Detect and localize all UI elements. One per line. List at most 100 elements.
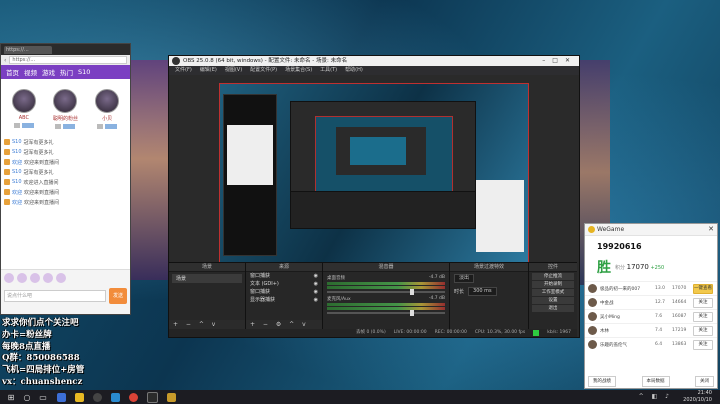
wegame-window[interactable]: WeGame ✕ 19920616 胜 积分 17070 +250 极品的初一来… <box>584 223 718 389</box>
exit-button[interactable]: 退出 <box>532 305 574 312</box>
streamer-list: ABC 聪明的粉丝 小贝 <box>1 79 130 131</box>
transition-duration[interactable]: 时长 300 ms <box>450 285 528 298</box>
send-button[interactable]: 发送 <box>109 288 127 304</box>
chat-input-row: 说点什么吧 发送 <box>1 286 130 306</box>
overlay-line: 办卡=粉丝牌 <box>2 329 52 340</box>
avatar <box>11 89 36 113</box>
obs-window[interactable]: OBS 25.0.8 (64 bit, windows) - 配置文件: 未命名… <box>168 55 580 338</box>
studio-mode-button[interactable]: 工作室模式 <box>532 289 574 296</box>
mixer-channel: 麦克风/Aux -4.7 dB <box>327 296 445 316</box>
gift-icon[interactable] <box>17 273 27 283</box>
system-tray[interactable]: ^ ◧ ♪ <box>639 393 672 400</box>
gift-bar <box>1 270 130 286</box>
view-all-button[interactable]: 一键查看 <box>693 283 713 294</box>
menu-view[interactable]: 视图(V) <box>225 66 242 75</box>
chat-nick[interactable]: 欢迎 <box>12 189 22 196</box>
volume-slider[interactable] <box>327 289 445 295</box>
scenes-toolbar[interactable]: + − ^ v <box>169 320 245 329</box>
menu-tools[interactable]: 工具(T) <box>320 66 337 75</box>
search-icon[interactable]: ○ <box>22 392 32 402</box>
window-controls[interactable]: –□✕ <box>542 56 577 66</box>
back-icon[interactable]: ‹ <box>4 57 6 64</box>
channel-db: -4.7 dB <box>428 275 445 280</box>
menu-help[interactable]: 帮助(H) <box>345 66 363 75</box>
league-icon[interactable] <box>167 392 176 402</box>
badge-icon <box>4 149 10 155</box>
match-data-button[interactable]: 本局数据 <box>641 376 670 387</box>
streamer-card[interactable]: 聪明的粉丝 <box>47 89 83 129</box>
menu-scene-collection[interactable]: 场景集合(S) <box>285 66 312 75</box>
clock[interactable]: 21:40 2020/10/10 <box>683 390 712 403</box>
browser-address-bar: ‹ https://... <box>1 55 130 65</box>
list-item: S10 冠军有更多礼 <box>4 167 127 177</box>
overlay-line: vx：chuanshencz <box>2 376 83 387</box>
start-recording-button[interactable]: 开始录制 <box>532 281 574 288</box>
folder-icon[interactable] <box>75 392 84 402</box>
controls-header: 控件 <box>529 263 577 272</box>
transition-type[interactable]: 淡出 <box>450 272 528 285</box>
browser-tab-bar: https://... <box>1 44 130 55</box>
list-item: 欢迎 欢迎来到直播间 <box>4 157 127 167</box>
browser-window[interactable]: https://... ‹ https://... 首页 视频 游戏 热门 S1… <box>0 43 131 315</box>
chat-nick[interactable]: S10 <box>12 169 22 175</box>
gift-icon[interactable] <box>30 273 40 283</box>
follow-button[interactable]: 关注 <box>693 325 713 336</box>
sources-toolbar[interactable]: + − ⚙ ^ v <box>246 320 322 329</box>
source-item[interactable]: 窗口捕获 ◉ <box>246 272 322 280</box>
source-item[interactable]: 文本 (GDI+) ◉ <box>246 280 322 288</box>
follow-button[interactable]: 关注 <box>693 339 713 350</box>
task-view-icon[interactable]: ▭ <box>38 392 48 402</box>
settings-button[interactable]: 设置 <box>532 297 574 304</box>
close-button[interactable]: 关闭 <box>695 376 714 387</box>
source-item[interactable]: 显示器捕获 ◉ <box>246 296 322 304</box>
chat-nick[interactable]: S10 <box>12 179 22 185</box>
chrome-icon[interactable] <box>129 392 138 402</box>
chat-input[interactable]: 说点什么吧 <box>4 290 106 302</box>
scene-item[interactable]: 场景 <box>172 274 242 283</box>
nav-item-s10[interactable]: S10 <box>78 68 90 76</box>
app-icon[interactable] <box>57 392 66 402</box>
visibility-icon[interactable]: ◉ <box>314 280 318 288</box>
nav-item-home[interactable]: 首页 <box>6 67 19 77</box>
gift-icon[interactable] <box>56 273 66 283</box>
app-icon[interactable] <box>147 391 158 403</box>
browser-tab[interactable]: https://... <box>4 45 52 54</box>
overlay-line: Q群：850086588 <box>2 353 80 364</box>
obs-taskbar-icon[interactable] <box>93 392 102 402</box>
stop-streaming-button[interactable]: 停止推流 <box>532 273 574 280</box>
chat-nick[interactable]: S10 <box>12 149 22 155</box>
chat-nick[interactable]: 欢迎 <box>12 199 22 206</box>
menu-profile[interactable]: 配置文件(P) <box>250 66 277 75</box>
table-row: 吴小Ming 7.6 16087 关注 <box>585 309 717 323</box>
mixer-channel: 桌面音频 -4.7 dB <box>327 275 445 295</box>
visibility-icon[interactable]: ◉ <box>314 288 318 296</box>
nav-item-video[interactable]: 视频 <box>24 67 37 77</box>
chat-nick[interactable]: 欢迎 <box>12 159 22 166</box>
visibility-icon[interactable]: ◉ <box>314 296 318 304</box>
app-icon[interactable] <box>111 392 120 402</box>
chat-nick[interactable]: S10 <box>12 139 22 145</box>
menu-file[interactable]: 文件(F) <box>175 66 192 75</box>
follow-button[interactable]: 关注 <box>693 297 713 308</box>
close-icon[interactable]: ✕ <box>708 224 714 235</box>
list-item: 欢迎 欢迎来到直播间 <box>4 187 127 197</box>
gift-icon[interactable] <box>4 273 14 283</box>
start-icon[interactable]: ⊞ <box>6 392 16 402</box>
menu-edit[interactable]: 编辑(E) <box>200 66 217 75</box>
follow-button[interactable]: 关注 <box>693 311 713 322</box>
gift-icon[interactable] <box>43 273 53 283</box>
url-input[interactable]: https://... <box>9 56 127 64</box>
nav-item-games[interactable]: 游戏 <box>42 67 55 77</box>
table-row: 极品的初一来的007 13.0 17070 一键查看 <box>585 281 717 295</box>
source-item[interactable]: 窗口捕获 ◉ <box>246 288 322 296</box>
nav-item-hot[interactable]: 热门 <box>60 67 73 77</box>
visibility-icon[interactable]: ◉ <box>314 272 318 280</box>
avatar <box>588 298 597 307</box>
volume-slider[interactable] <box>327 310 445 316</box>
chat-message: 冠军有更多礼 <box>23 149 54 156</box>
streamer-card[interactable]: ABC <box>6 89 42 129</box>
preview-canvas[interactable] <box>219 83 529 263</box>
wegame-user: 19920616 胜 积分 17070 +250 <box>585 236 717 277</box>
streamer-card[interactable]: 小贝 <box>89 89 125 129</box>
my-record-button[interactable]: 我的战绩 <box>588 376 616 387</box>
